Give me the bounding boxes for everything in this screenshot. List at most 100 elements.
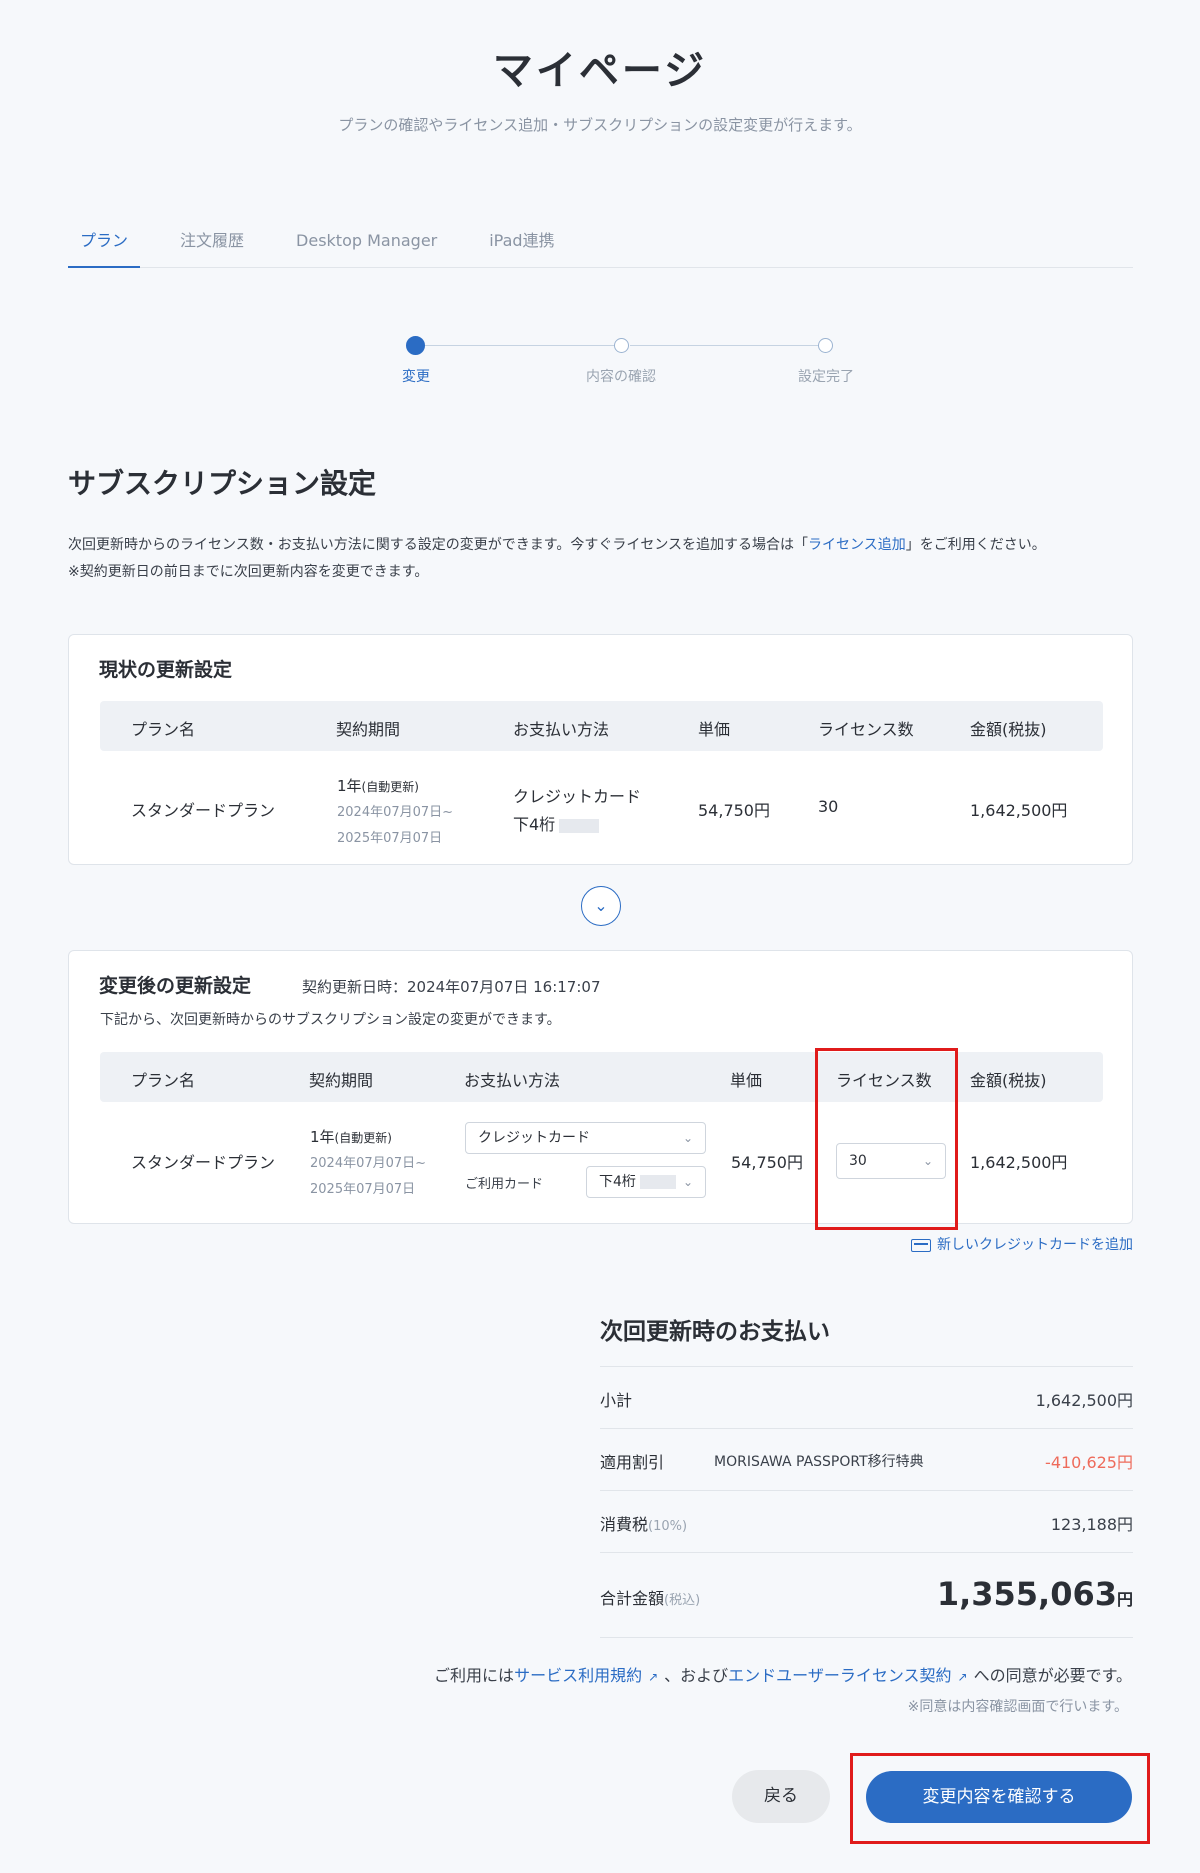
eula-link[interactable]: エンドユーザーライセンス契約: [728, 1666, 951, 1685]
period-to: 2025年07月07日: [337, 831, 443, 846]
highlight-box-confirm: [850, 1753, 1150, 1844]
total-amount: 1,355,063: [936, 1575, 1117, 1613]
th-period: 契約期間: [336, 720, 401, 739]
masked-digits: [639, 1175, 676, 1189]
total-unit: 円: [1116, 1590, 1133, 1609]
total-label-text: 合計金額: [600, 1589, 665, 1608]
changed-settings-card: 変更後の更新設定 契約更新日時：2024年07月07日 16:17:07 下記か…: [68, 950, 1133, 1224]
card-select[interactable]: 下4桁 ⌄: [586, 1166, 706, 1198]
total-tax-note: (税込): [664, 1593, 701, 1608]
payment-summary-title: 次回更新時のお支払い: [600, 1319, 830, 1345]
th-payment: お支払い方法: [464, 1071, 561, 1090]
th-licenses: ライセンス数: [818, 720, 914, 739]
changed-note: 下記から、次回更新時からのサブスクリプション設定の変更ができます。: [100, 1012, 561, 1028]
payment-method-value: クレジットカード: [478, 1130, 590, 1146]
tax-label: 消費税(10%): [600, 1511, 687, 1535]
amount: 1,642,500円: [970, 1153, 1068, 1172]
subtotal-row: 小計 1,642,500円: [600, 1366, 1133, 1428]
highlight-box-licenses: [815, 1048, 958, 1230]
agree-mid: 、および: [664, 1666, 729, 1685]
section-description: 次回更新時からのライセンス数・お支払い方法に関する設定の変更ができます。今すぐラ…: [68, 532, 1046, 586]
unit-price: 54,750円: [698, 801, 770, 820]
th-payment: お支払い方法: [513, 720, 610, 739]
desc-text: 次回更新時からのライセンス数・お支払い方法に関する設定の変更ができます。今すぐラ…: [68, 537, 809, 553]
period-from: 2024年07月07日~: [310, 1156, 427, 1171]
step-dot-current: [406, 336, 425, 355]
chevron-down-icon: ⌄: [581, 886, 621, 926]
agreement-text: ご利用にはサービス利用規約 ↗ 、およびエンドユーザーライセンス契約 ↗ への同意が必要…: [434, 1662, 1132, 1686]
period-main: 1年: [310, 1128, 335, 1146]
plan-name: スタンダードプラン: [131, 801, 276, 820]
tab-desktop-manager[interactable]: Desktop Manager: [284, 228, 449, 268]
tab-ipad[interactable]: iPad連携: [477, 228, 566, 268]
progress-stepper: 変更 内容の確認 設定完了: [0, 336, 1200, 396]
plan-name: スタンダードプラン: [131, 1153, 276, 1172]
th-period: 契約期間: [309, 1071, 374, 1090]
discount-value: -410,625円: [1045, 1453, 1133, 1472]
th-unit-price: 単価: [698, 720, 731, 739]
th-plan: プラン名: [131, 720, 196, 739]
card-label: ご利用カード: [465, 1177, 544, 1192]
agree-pre: ご利用には: [434, 1666, 515, 1685]
current-settings-card: 現状の更新設定 プラン名 契約期間 お支払い方法 単価 ライセンス数 金額(税抜…: [68, 634, 1133, 865]
contract-period: 1年(自動更新) 2024年07月07日~ 2025年07月07日: [337, 773, 453, 852]
card-last4-label: 下4桁: [513, 815, 556, 834]
tax-row: 消費税(10%) 123,188円: [600, 1490, 1133, 1552]
step-label-review: 内容の確認: [586, 369, 656, 385]
period-note: (自動更新): [334, 1131, 392, 1145]
license-add-link[interactable]: ライセンス追加: [808, 537, 906, 553]
total-row: 合計金額(税込) 1,355,063円: [600, 1552, 1133, 1638]
tax-label-text: 消費税: [600, 1515, 649, 1534]
subtotal-label: 小計: [600, 1391, 633, 1410]
contract-period: 1年(自動更新) 2024年07月07日~ 2025年07月07日: [310, 1124, 426, 1203]
total-label: 合計金額(税込): [600, 1585, 700, 1609]
payment-type: クレジットカード: [513, 787, 642, 806]
step-dot: [614, 338, 629, 353]
add-card-label: 新しいクレジットカードを追加: [937, 1237, 1133, 1253]
tab-bar: プラン 注文履歴 Desktop Manager iPad連携: [68, 228, 1133, 268]
unit-price: 54,750円: [731, 1153, 803, 1172]
page-title: マイページ: [492, 48, 708, 94]
agree-post: への同意が必要です。: [973, 1666, 1132, 1685]
discount-row: 適用割引 MORISAWA PASSPORT移行特典 -410,625円: [600, 1428, 1133, 1490]
license-count: 30: [818, 797, 839, 816]
period-to: 2025年07月07日: [310, 1182, 416, 1197]
terms-of-service-link[interactable]: サービス利用規約: [514, 1666, 642, 1685]
chevron-down-icon: ⌄: [682, 1131, 693, 1145]
subtotal-value: 1,642,500円: [1035, 1391, 1133, 1410]
amount: 1,642,500円: [970, 801, 1068, 820]
th-amount: 金額(税抜): [970, 720, 1047, 739]
back-button[interactable]: 戻る: [732, 1770, 830, 1823]
page-subtitle: プランの確認やライセンス追加・サブスクリプションの設定変更が行えます。: [338, 116, 862, 134]
discount-note: MORISAWA PASSPORT移行特典: [714, 1454, 924, 1470]
total-value: 1,355,063円: [937, 1575, 1133, 1613]
card-title: 現状の更新設定: [99, 659, 233, 681]
chevron-down-icon: ⌄: [682, 1175, 693, 1189]
credit-card-icon: [911, 1238, 931, 1252]
external-link-icon: ↗: [648, 1670, 659, 1684]
period-from: 2024年07月07日~: [337, 805, 454, 820]
tab-plan[interactable]: プラン: [68, 228, 141, 268]
th-amount: 金額(税抜): [970, 1071, 1047, 1090]
table-header: プラン名 契約期間 お支払い方法 単価 ライセンス数 金額(税抜): [100, 701, 1103, 751]
tab-order-history[interactable]: 注文履歴: [168, 228, 256, 268]
card-title: 変更後の更新設定: [99, 975, 252, 997]
payment-method-select[interactable]: クレジットカード ⌄: [465, 1122, 706, 1154]
card-select-value: 下4桁: [599, 1174, 636, 1190]
masked-digits: [559, 818, 600, 833]
step-connector: [425, 345, 615, 346]
desc-text: 」をご利用ください。: [905, 537, 1046, 553]
section-title: サブスクリプション設定: [68, 467, 377, 500]
step-label-change: 変更: [402, 369, 430, 385]
period-note: (自動更新): [361, 780, 419, 794]
external-link-icon: ↗: [957, 1670, 968, 1684]
discount-label: 適用割引: [600, 1453, 665, 1472]
step-label-complete: 設定完了: [798, 369, 854, 385]
desc-note: ※契約更新日の前日までに次回更新内容を変更できます。: [68, 564, 429, 580]
step-connector: [630, 345, 825, 346]
step-dot: [818, 338, 833, 353]
renewal-datetime: 契約更新日時：2024年07月07日 16:17:07: [302, 978, 601, 996]
add-credit-card-link[interactable]: 新しいクレジットカードを追加: [911, 1234, 1133, 1254]
th-unit-price: 単価: [730, 1071, 763, 1090]
payment-method: クレジットカード 下4桁: [513, 783, 641, 839]
